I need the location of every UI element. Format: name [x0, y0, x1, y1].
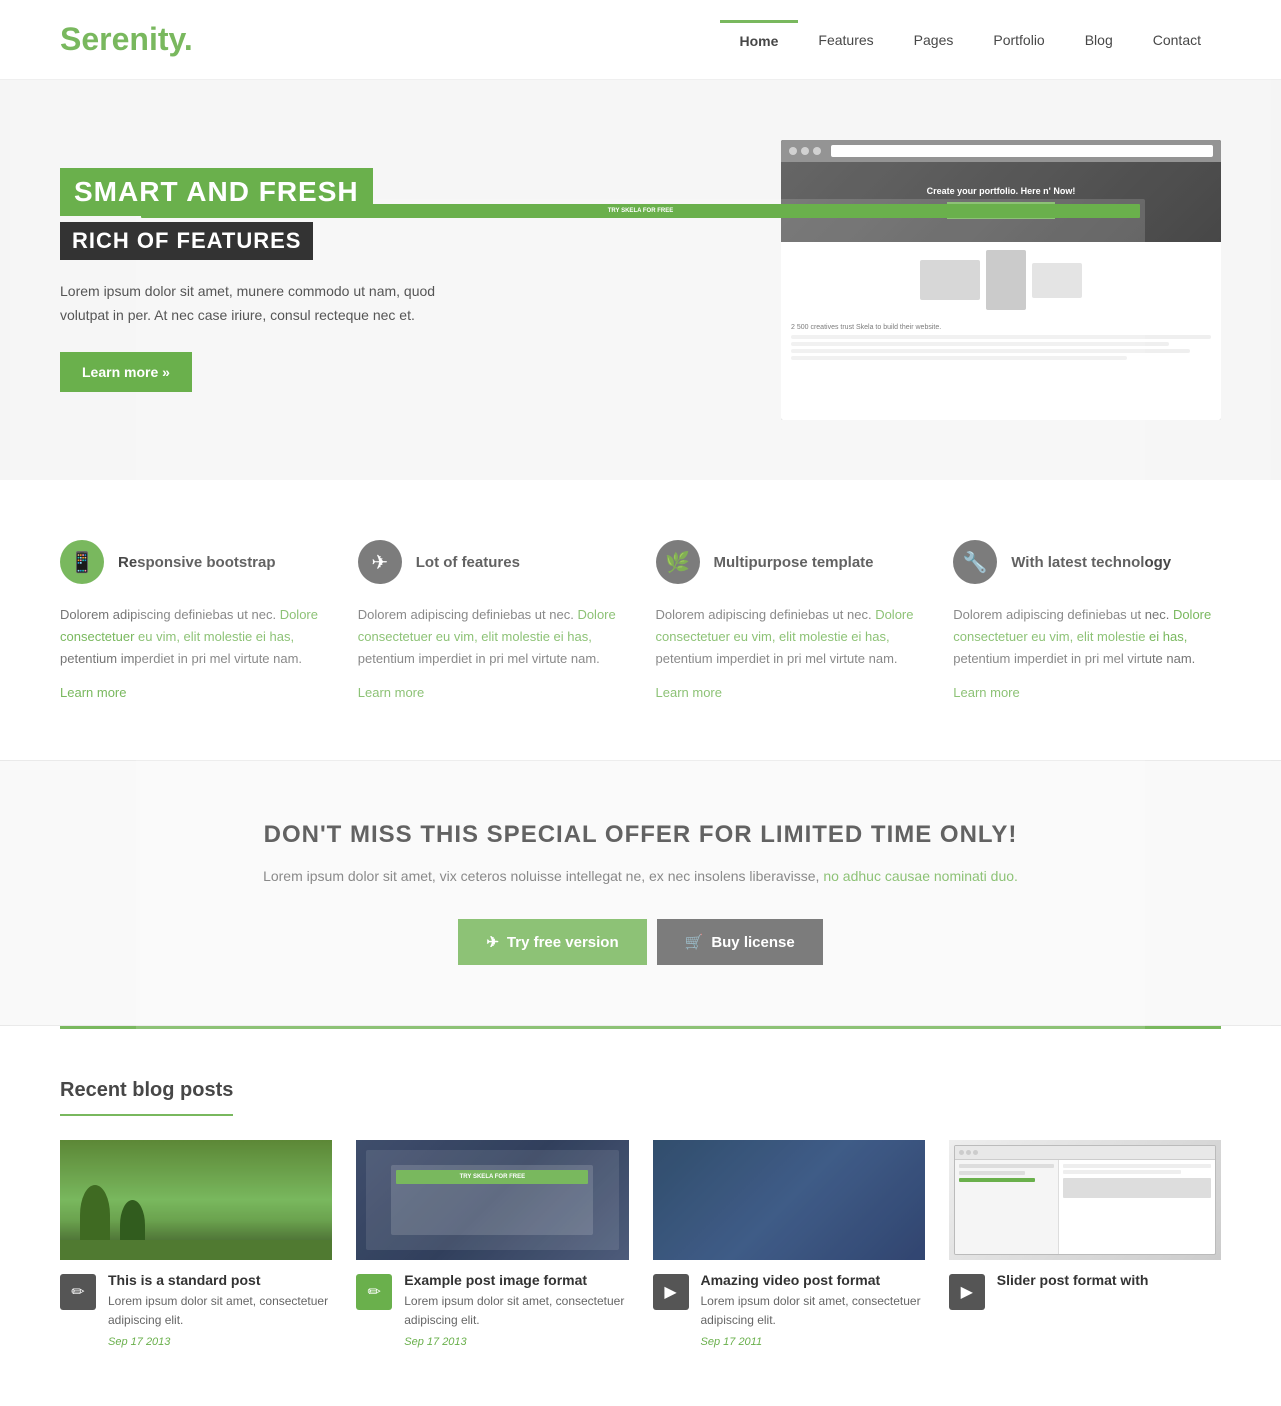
blog-post-2-date-label: Sep 17	[404, 1336, 439, 1348]
blog-post-3-meta: ▶ Amazing video post format Lorem ipsum …	[653, 1272, 925, 1348]
blog-post-2-excerpt: Lorem ipsum dolor sit amet, consectetuer…	[404, 1292, 628, 1330]
blog-post-4-icon: ▶	[949, 1274, 985, 1310]
blog-post-3-date-year: 2011	[738, 1336, 762, 1348]
blog-post-1-excerpt: Lorem ipsum dolor sit amet, consectetuer…	[108, 1292, 332, 1330]
blog-post-3-title[interactable]: Amazing video post format	[701, 1272, 925, 1288]
blog-post-3-date: Sep 17 2011	[701, 1336, 925, 1348]
blog-post-2-icon: ✏	[356, 1274, 392, 1310]
blog-post-1-date: Sep 17 2013	[108, 1336, 332, 1348]
blog-post-3-icon: ▶	[653, 1274, 689, 1310]
blog-post-4-image	[949, 1140, 1221, 1260]
blog-post-2-content: Example post image format Lorem ipsum do…	[404, 1272, 628, 1348]
hero-cta-button[interactable]: Learn more »	[60, 352, 192, 392]
blog-post-4: ▶ Slider post format with	[949, 1140, 1221, 1356]
blog-grid: ✏ This is a standard post Lorem ipsum do…	[60, 1140, 1221, 1356]
hero-title-green: SMART AND FRESH	[60, 168, 373, 216]
blog-post-3-excerpt: Lorem ipsum dolor sit amet, consectetuer…	[701, 1292, 925, 1330]
hero-content: SMART AND FRESH RICH OF FEATURES Lorem i…	[60, 168, 582, 392]
blog-post-3-content: Amazing video post format Lorem ipsum do…	[701, 1272, 925, 1348]
blog-post-2-meta: ✏ Example post image format Lorem ipsum …	[356, 1272, 628, 1348]
blog-post-1-title[interactable]: This is a standard post	[108, 1272, 332, 1288]
blog-post-4-meta: ▶ Slider post format with	[949, 1272, 1221, 1310]
blog-post-3-date-label: Sep 17	[701, 1336, 736, 1348]
blog-post-1-content: This is a standard post Lorem ipsum dolo…	[108, 1272, 332, 1348]
blog-post-2-date: Sep 17 2013	[404, 1336, 628, 1348]
blog-post-1-date-year: 2013	[146, 1336, 170, 1348]
blog-post-4-title[interactable]: Slider post format with	[997, 1272, 1149, 1288]
blog-section: Recent blog posts ✏ This is a standard p…	[0, 1029, 1281, 1406]
hero-title-dark: RICH OF FEATURES	[60, 222, 313, 260]
blog-post-1-icon: ✏	[60, 1274, 96, 1310]
blog-post-3-image: TRY SKELA FOR FREE	[653, 1140, 925, 1260]
blog-post-1-meta: ✏ This is a standard post Lorem ipsum do…	[60, 1272, 332, 1348]
blog-post-4-content: Slider post format with	[997, 1272, 1149, 1292]
blog-post-3: TRY SKELA FOR FREE ▶ Amazing video post …	[653, 1140, 925, 1356]
blog-post-2-date-year: 2013	[442, 1336, 466, 1348]
blog-post-2-title[interactable]: Example post image format	[404, 1272, 628, 1288]
blog-post-1-date-label: Sep 17	[108, 1336, 143, 1348]
hero-body-text: Lorem ipsum dolor sit amet, munere commo…	[60, 280, 440, 328]
